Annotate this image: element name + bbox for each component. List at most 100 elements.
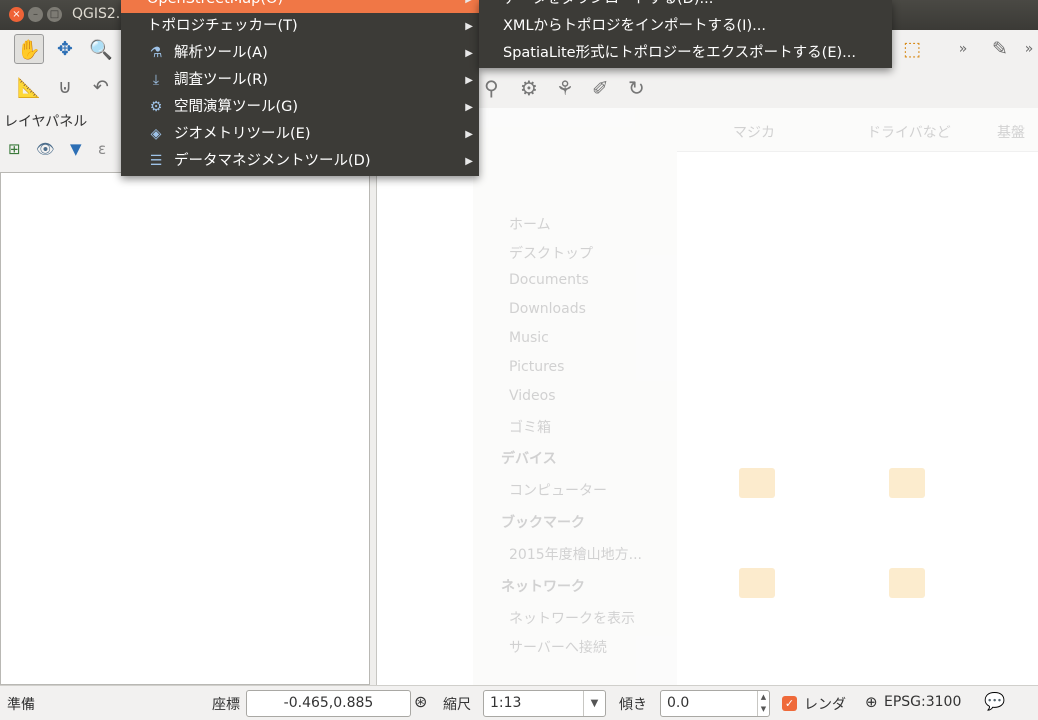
openstreetmap-submenu: データをダウンロードする(D)... XMLからトポロジをインポートする(I).… [479,0,892,68]
window-minimize-button[interactable]: – [28,7,43,22]
toolbar-overflow-icon[interactable]: » [948,34,978,64]
status-bar: 準備 座標 -0.465,0.885 ⊛ 縮尺 1:13 ▼ 傾き 0.0 ▲ ▼… [0,685,1038,720]
layer-panel-title: レイヤパネル [4,114,88,130]
submenu-arrow-icon: ▶ [465,48,473,59]
geometry-icon: ◈ [150,126,162,142]
bg-folder-icon [889,468,925,498]
scale-label: 縮尺 [443,697,471,713]
scale-combobox[interactable]: 1:13 ▼ [483,690,606,717]
plugin-tool-icon-3[interactable]: ⚘ [556,76,574,100]
status-text: 準備 [7,697,35,713]
menu-item-topology-checker[interactable]: トポロジチェッカー(T) ▶ [121,13,479,40]
bg-section-title: ブックマーク [501,515,585,531]
submenu-arrow-icon: ▶ [465,102,473,113]
bg-folder-icon [739,468,775,498]
submenu-arrow-icon: ▶ [465,0,473,13]
plugin-tool-icon-1[interactable]: ⚲ [484,76,499,100]
render-checkbox[interactable]: ✓ [782,696,797,711]
submenu-item-download-data[interactable]: データをダウンロードする(D)... [503,0,713,13]
plugins-dropdown-menu: OpenStreetMap(O) ▶ トポロジチェッカー(T) ▶ ⚗ 解析ツー… [121,0,479,176]
bg-header-label: マジカ [733,125,775,141]
chevron-down-icon[interactable]: ▼ [583,691,605,716]
undo-icon[interactable]: ↶ [86,72,116,102]
bg-header-label: ドライバなど [867,125,951,141]
research-icon: ⤓ [152,72,160,88]
menu-item-label: 調査ツール(R) [174,72,268,88]
bg-header-label: 基盤 [997,125,1025,141]
menu-item-label: ジオメトリツール(E) [174,126,311,142]
expression-filter-icon[interactable]: ε [98,140,106,158]
geoprocessing-icon: ⚙ [149,99,163,115]
menu-item-label: トポロジチェッカー(T) [147,18,298,34]
extents-toggle-icon[interactable]: ⊛ [414,692,427,711]
bg-section-title: ネットワーク [501,579,585,595]
measure-icon[interactable]: 📐 [14,72,44,102]
data-management-icon: ☰ [149,153,163,169]
menu-item-research-tools[interactable]: ⤓ 調査ツール(R) ▶ [121,67,479,94]
coordinate-field[interactable]: -0.465,0.885 [246,690,411,717]
bg-network-item: サーバーへ接続 [509,640,607,656]
bg-place-item: デスクトップ [509,246,593,262]
bg-network-item: ネットワークを表示 [509,611,635,627]
plugin-tool-icon-2[interactable]: ⚙ [520,76,538,100]
messages-icon[interactable]: 💬 [984,692,1005,712]
submenu-item-export-spatialite[interactable]: SpatiaLite形式にトポロジーをエクスポートする(E)... [503,40,856,67]
new-layer-icon[interactable]: ⬚ [897,34,927,64]
menu-item-label: OpenStreetMap(O) [147,0,283,13]
bg-section-title: デバイス [501,451,557,467]
pan-map-icon[interactable]: ✋ [14,34,44,64]
map-canvas[interactable]: ホーム デスクトップ Documents Downloads Music Pic… [376,108,1038,685]
digitize-pencil-icon[interactable]: ✎ [985,34,1015,64]
bg-folder-icon [889,568,925,598]
menu-item-label: 空間演算ツール(G) [174,99,299,115]
bg-place-item: Videos [509,388,556,404]
background-header: マジカ ドライバなど 基盤 [677,108,1038,152]
menu-item-data-management-tools[interactable]: ☰ データマネジメントツール(D) ▶ [121,148,479,175]
toolbar-overflow-icon-2[interactable]: » [1014,34,1038,64]
crs-status[interactable]: EPSG:3100 [884,694,961,710]
scale-value: 1:13 [490,695,522,711]
bg-device-item: コンピューター [509,483,607,499]
snapping-magnet-icon[interactable]: ⊍ [50,72,80,102]
add-group-icon[interactable]: ⊞ [8,140,21,158]
background-sidebar: ホーム デスクトップ Documents Downloads Music Pic… [473,108,677,685]
pan-to-selection-icon[interactable]: ✥ [50,34,80,64]
bg-place-item: ゴミ箱 [509,420,551,436]
bg-place-item: Downloads [509,301,586,317]
refresh-icon[interactable]: ↻ [628,76,645,100]
bg-place-item: Pictures [509,359,565,375]
bg-place-item: ホーム [509,217,551,233]
menu-item-label: 解析ツール(A) [174,45,268,61]
visibility-eye-icon[interactable]: 👁 [36,140,55,158]
menu-item-geoprocessing-tools[interactable]: ⚙ 空間演算ツール(G) ▶ [121,94,479,121]
menu-item-geometry-tools[interactable]: ◈ ジオメトリツール(E) ▶ [121,121,479,148]
submenu-arrow-icon: ▶ [465,75,473,86]
render-label: レンダ [804,697,846,713]
bg-place-item: Documents [509,272,589,288]
bg-bookmark-item: 2015年度檜山地方... [509,547,642,563]
plugin-tool-icon-4[interactable]: ✐ [592,76,609,100]
menu-item-openstreetmap[interactable]: OpenStreetMap(O) ▶ [121,0,479,13]
analysis-icon: ⚗ [149,45,163,61]
menu-item-label: データマネジメントツール(D) [174,153,371,169]
coordinate-label: 座標 [212,697,240,713]
spin-arrows-icon[interactable]: ▲ ▼ [757,691,769,716]
submenu-arrow-icon: ▶ [465,156,473,167]
window-close-button[interactable]: × [9,7,24,22]
submenu-arrow-icon: ▶ [465,129,473,140]
filter-icon[interactable]: ▼ [70,140,82,158]
rotation-label: 傾き [619,697,647,713]
zoom-in-icon[interactable]: 🔍 [86,34,116,64]
bg-place-item: Music [509,330,549,346]
layer-list[interactable] [0,172,370,685]
window-title: QGIS2. [72,6,121,22]
rotation-spinbox[interactable]: 0.0 ▲ ▼ [660,690,770,717]
bg-folder-icon [739,568,775,598]
crs-globe-icon[interactable]: ⊕ [865,693,878,711]
submenu-item-import-topology-xml[interactable]: XMLからトポロジをインポートする(I)... [503,13,766,40]
submenu-arrow-icon: ▶ [465,21,473,32]
background-file-manager: ホーム デスクトップ Documents Downloads Music Pic… [473,108,1038,685]
rotation-value: 0.0 [667,695,690,711]
menu-item-analysis-tools[interactable]: ⚗ 解析ツール(A) ▶ [121,40,479,67]
window-maximize-button[interactable]: □ [47,7,62,22]
